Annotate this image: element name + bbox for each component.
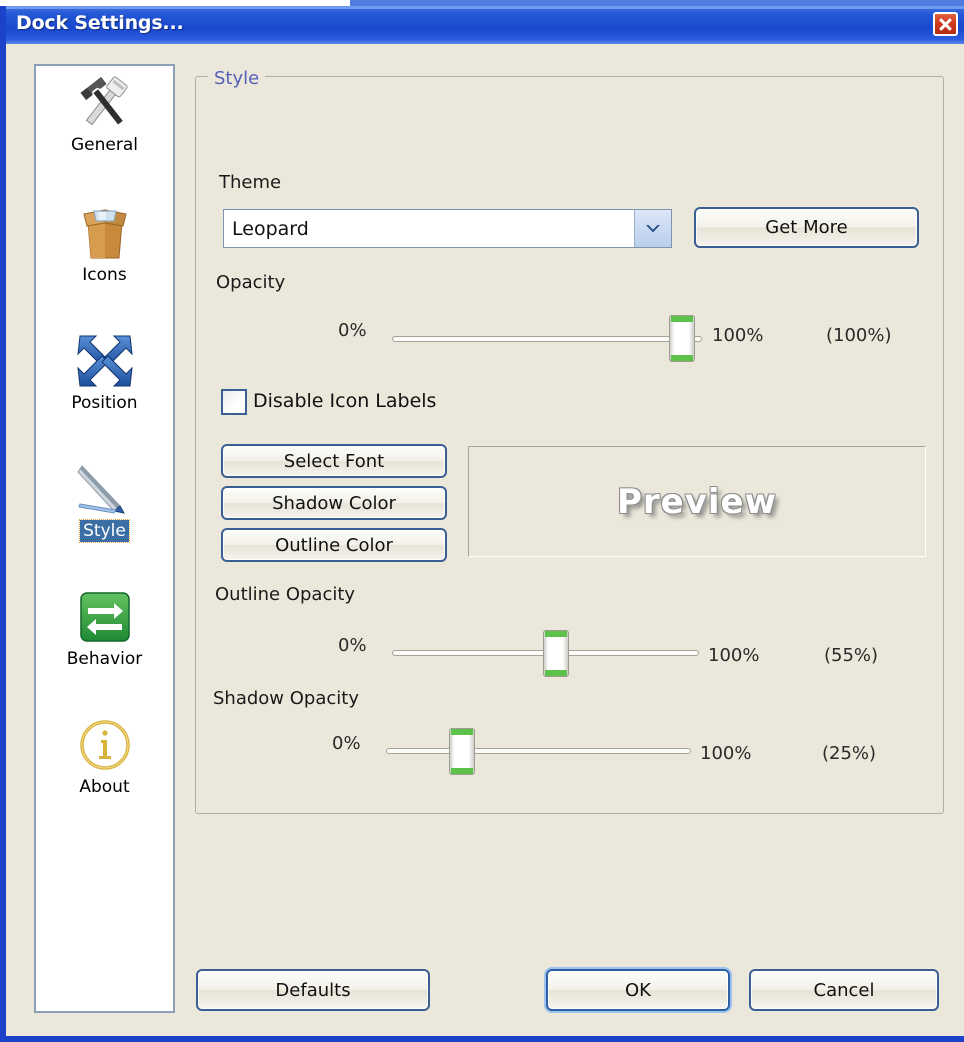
sidebar-item-position[interactable]: Position xyxy=(36,330,173,414)
shadow-opacity-label: Shadow Opacity xyxy=(213,688,359,709)
window-title: Dock Settings... xyxy=(16,12,184,34)
sidebar-item-label: General xyxy=(71,135,138,155)
sidebar-item-label: Style xyxy=(79,519,130,543)
background-window-titlebar xyxy=(350,0,964,6)
shadow-color-button[interactable]: Shadow Color xyxy=(221,486,447,520)
theme-select[interactable]: Leopard xyxy=(223,209,672,248)
select-font-button[interactable]: Select Font xyxy=(221,444,447,478)
outline-opacity-slider-min: 0% xyxy=(338,635,367,656)
hammer-wrench-icon xyxy=(36,72,173,134)
green-swap-arrows-icon xyxy=(36,586,173,648)
style-preview-pane: Preview xyxy=(468,446,926,557)
shadow-opacity-slider-current: (25%) xyxy=(822,743,877,764)
sidebar-item-about[interactable]: About xyxy=(36,714,173,798)
settings-category-list[interactable]: General Icons Position Style Behavior Ab… xyxy=(34,64,175,1013)
sidebar-item-label: Behavior xyxy=(66,649,143,669)
cancel-button[interactable]: Cancel xyxy=(749,969,939,1011)
disable-icon-labels-label[interactable]: Disable Icon Labels xyxy=(253,390,436,412)
shadow-opacity-slider-track[interactable] xyxy=(386,748,691,754)
opacity-label: Opacity xyxy=(216,272,286,293)
outline-opacity-slider-current: (55%) xyxy=(824,645,879,666)
outline-color-button[interactable]: Outline Color xyxy=(221,528,447,562)
sidebar-item-label: About xyxy=(79,777,130,797)
four-arrows-icon xyxy=(36,330,173,392)
info-circle-icon xyxy=(36,714,173,776)
chevron-down-icon[interactable] xyxy=(634,210,671,247)
sidebar-item-label: Position xyxy=(71,393,138,413)
disable-icon-labels-checkbox[interactable] xyxy=(221,389,247,415)
opacity-slider-thumb[interactable] xyxy=(669,315,695,362)
window-titlebar[interactable]: Dock Settings... xyxy=(6,6,964,44)
background-window-strip xyxy=(0,0,964,6)
opacity-slider-min: 0% xyxy=(338,320,367,341)
ok-button[interactable]: OK xyxy=(546,969,730,1011)
shadow-opacity-slider-max: 100% xyxy=(700,743,752,764)
outline-opacity-slider-thumb[interactable] xyxy=(543,630,569,677)
dialog-content: General Icons Position Style Behavior Ab… xyxy=(12,44,964,1036)
opacity-slider-current: (100%) xyxy=(826,325,892,346)
outline-opacity-label: Outline Opacity xyxy=(215,584,356,605)
sidebar-item-icons[interactable]: Icons xyxy=(36,202,173,286)
outline-opacity-slider-max: 100% xyxy=(708,645,760,666)
sidebar-item-label: Icons xyxy=(82,265,127,285)
pen-icon xyxy=(36,458,173,520)
theme-label: Theme xyxy=(219,172,282,193)
titlebar-highlight xyxy=(6,6,964,9)
shadow-opacity-slider-min: 0% xyxy=(332,733,361,754)
sidebar-item-style[interactable]: Style xyxy=(36,458,173,543)
sidebar-item-behavior[interactable]: Behavior xyxy=(36,586,173,670)
opacity-slider-max: 100% xyxy=(712,325,764,346)
open-box-icon xyxy=(36,202,173,264)
theme-selected-value: Leopard xyxy=(232,217,309,240)
preview-text: Preview xyxy=(616,481,778,522)
close-icon[interactable] xyxy=(933,12,958,36)
shadow-opacity-slider-thumb[interactable] xyxy=(449,728,475,775)
get-more-button[interactable]: Get More xyxy=(694,207,919,248)
sidebar-item-general[interactable]: General xyxy=(36,72,173,156)
dock-settings-window: Dock Settings... General Icons Position … xyxy=(0,0,964,1042)
style-groupbox-title: Style xyxy=(208,68,266,89)
opacity-slider-track[interactable] xyxy=(392,336,702,342)
defaults-button[interactable]: Defaults xyxy=(196,969,430,1011)
